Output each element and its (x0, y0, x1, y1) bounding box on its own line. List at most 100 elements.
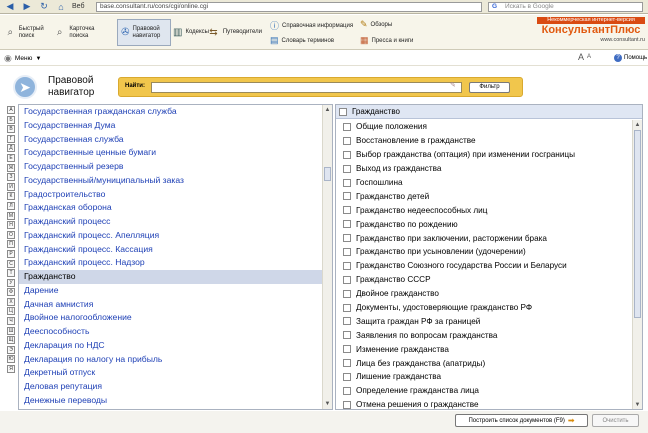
alphabet-letter[interactable]: Б (7, 115, 15, 124)
right-scroll-up-icon[interactable]: ▲ (633, 120, 642, 130)
address-bar[interactable]: base.consultant.ru/cons/cgi/online.cgi (96, 2, 482, 12)
subtopic-row[interactable]: Защита граждан РФ за границей (336, 314, 634, 328)
press-button[interactable]: ▦ Пресса и книги (360, 35, 413, 46)
keyword-list-item[interactable]: Гражданская оборона (19, 201, 323, 215)
subtopic-checkbox[interactable] (343, 247, 351, 256)
subtopic-checkbox[interactable] (343, 386, 351, 395)
keyword-list-item[interactable]: Декларация по налогу на прибыль (19, 353, 323, 367)
quick-search-button[interactable]: ⌕ Быстрый поиск (5, 19, 51, 46)
alphabet-letter[interactable]: Ю (7, 355, 15, 364)
browser-search-input[interactable]: G Искать в Google (488, 2, 643, 12)
keyword-list-item[interactable]: Градостроительство (19, 188, 323, 202)
alphabet-letter[interactable]: О (7, 230, 15, 239)
subtopic-row[interactable]: Заявления по вопросам гражданства (336, 328, 634, 342)
keyword-list-item[interactable]: Дачная амнистия (19, 298, 323, 312)
alphabet-letter[interactable]: Ф (7, 288, 15, 297)
alphabet-letter[interactable]: Я (7, 365, 15, 374)
forward-icon[interactable]: ▶ (20, 1, 34, 13)
subtopic-row[interactable]: Гражданство при усыновлении (удочерении) (336, 245, 634, 259)
keyword-list-item[interactable]: Государственный резерв (19, 160, 323, 174)
subtopic-row[interactable]: Определение гражданства лица (336, 384, 634, 398)
scroll-down-icon[interactable]: ▼ (323, 399, 332, 409)
keyword-list-item[interactable]: Двойное налогообложение (19, 311, 323, 325)
alphabet-letter[interactable]: Т (7, 269, 15, 278)
font-larger-icon[interactable]: A (578, 52, 584, 62)
subtopic-row[interactable]: Гражданство СССР (336, 273, 634, 287)
subtopic-checkbox[interactable] (343, 206, 351, 215)
keyword-list-item[interactable]: Гражданский процесс. Надзор (19, 256, 323, 270)
keyword-list-item[interactable]: Декларация по НДС (19, 339, 323, 353)
subtopic-checkbox[interactable] (343, 164, 351, 173)
subtopic-row[interactable]: Лица без гражданства (апатриды) (336, 356, 634, 370)
subtopic-checkbox[interactable] (343, 150, 351, 159)
browser-tab[interactable]: Веб (72, 3, 85, 10)
subtopic-checkbox[interactable] (343, 275, 351, 284)
card-search-button[interactable]: ⌕ Карточка поиска (53, 19, 113, 46)
find-input[interactable] (151, 82, 462, 93)
alphabet-letter[interactable]: У (7, 278, 15, 287)
subtopic-checkbox[interactable] (343, 345, 351, 354)
alphabet-letter[interactable]: З (7, 173, 15, 182)
subtopic-checkbox[interactable] (343, 122, 351, 131)
help-button[interactable]: ? Помощь (614, 54, 647, 62)
reference-info-button[interactable]: ⓘ Справочная информация (270, 19, 353, 32)
subtopic-row[interactable]: Отмена решения о гражданстве (336, 398, 634, 409)
menu-button[interactable]: ◉ Меню ▼ (4, 53, 41, 64)
keyword-list-item[interactable]: Государственная Дума (19, 119, 323, 133)
subtopic-checkbox[interactable] (343, 372, 351, 381)
alphabet-letter[interactable]: Ш (7, 326, 15, 335)
right-scroll-down-icon[interactable]: ▼ (633, 400, 642, 409)
subtopic-checkbox[interactable] (343, 192, 351, 201)
alphabet-letter[interactable]: Е (7, 153, 15, 162)
codes-button[interactable]: ▥ Кодексы (173, 19, 209, 46)
keyword-list-item[interactable]: Денежные переводы (19, 394, 323, 408)
subtopic-row[interactable]: Гражданство Союзного государства России … (336, 259, 634, 273)
alphabet-letter[interactable]: Ц (7, 307, 15, 316)
alphabet-letter[interactable]: Г (7, 134, 15, 143)
legal-navigator-button[interactable]: ✇ Правовой навигатор (117, 19, 171, 46)
glossary-button[interactable]: ▤ Словарь терминов (270, 35, 334, 46)
alphabet-letter[interactable]: Н (7, 221, 15, 230)
filter-button[interactable]: Фильтр (469, 82, 510, 93)
subtopic-row[interactable]: Гражданство детей (336, 189, 634, 203)
left-scroll-thumb[interactable] (324, 167, 331, 181)
guides-button[interactable]: ⇆ Путеводители (207, 19, 262, 46)
scroll-up-icon[interactable]: ▲ (323, 105, 332, 115)
subtopic-row[interactable]: Гражданство недееспособных лиц (336, 203, 634, 217)
subtopic-row[interactable]: Гражданство при заключении, расторжении … (336, 231, 634, 245)
subtopic-checkbox[interactable] (343, 178, 351, 187)
subtopic-checkbox[interactable] (343, 234, 351, 243)
alphabet-letter[interactable]: П (7, 240, 15, 249)
keyword-list-item[interactable]: Государственные ценные бумаги (19, 146, 323, 160)
font-smaller-icon[interactable]: A (587, 54, 591, 60)
alphabet-letter[interactable]: Э (7, 345, 15, 354)
alphabet-letter[interactable]: Щ (7, 336, 15, 345)
subtopic-row[interactable]: Документы, удостоверяющие гражданство РФ (336, 301, 634, 315)
keyword-list-item[interactable]: Гражданский процесс (19, 215, 323, 229)
alphabet-letter[interactable]: Р (7, 249, 15, 258)
subtopic-row[interactable]: Двойное гражданство (336, 287, 634, 301)
keyword-list-item[interactable]: Гражданский процесс. Кассация (19, 243, 323, 257)
alphabet-letter[interactable]: С (7, 259, 15, 268)
subtopic-row[interactable]: Гражданство по рождению (336, 217, 634, 231)
subtopic-checkbox[interactable] (343, 261, 351, 270)
clear-button[interactable]: Очистить (592, 414, 639, 427)
subtopic-checkbox[interactable] (343, 289, 351, 298)
subtopic-row[interactable]: Общие положения (336, 120, 634, 134)
right-scrollbar[interactable]: ▲ ▼ (632, 120, 642, 409)
alphabet-letter[interactable]: В (7, 125, 15, 134)
keyword-list-item[interactable]: Государственная служба (19, 133, 323, 147)
subtopic-row[interactable]: Изменение гражданства (336, 342, 634, 356)
alphabet-letter[interactable]: Л (7, 201, 15, 210)
keyword-list-item[interactable]: Государственный/муниципальный заказ (19, 174, 323, 188)
keyword-list-item[interactable]: Дееспособность (19, 325, 323, 339)
alphabet-letter[interactable]: М (7, 211, 15, 220)
alphabet-letter[interactable]: Ч (7, 317, 15, 326)
reload-icon[interactable]: ↻ (37, 1, 51, 13)
alphabet-letter[interactable]: Х (7, 297, 15, 306)
keyword-list-item[interactable]: Государственная гражданская служба (19, 105, 323, 119)
subtopic-checkbox[interactable] (343, 317, 351, 326)
subtopic-checkbox[interactable] (343, 303, 351, 312)
keyword-list-item[interactable]: Гражданский процесс. Апелляция (19, 229, 323, 243)
subtopic-checkbox[interactable] (343, 331, 351, 340)
